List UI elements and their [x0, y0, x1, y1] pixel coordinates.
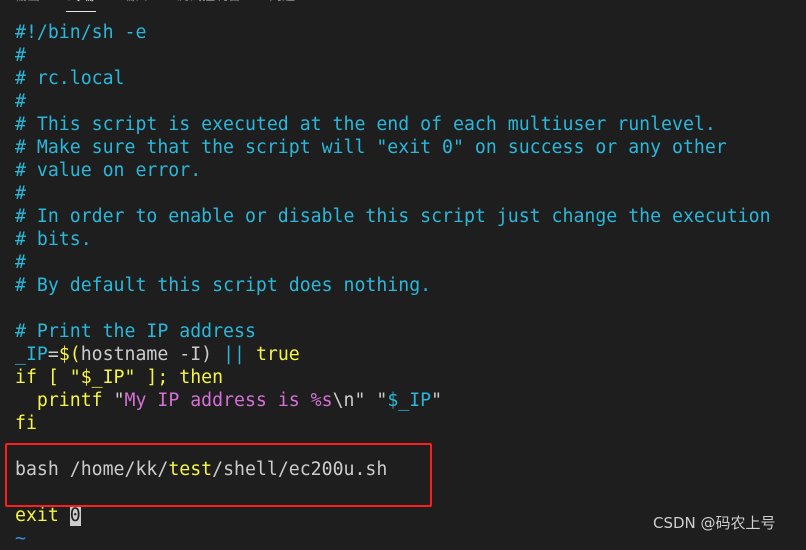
code-line: # In order to enable or disable this scr…: [15, 205, 771, 228]
highlight-box: [5, 443, 432, 507]
code-token: # This script is executed at the end of …: [15, 114, 716, 135]
code-token: \n: [332, 390, 355, 411]
code-token: # Make sure that the script will "exit 0…: [15, 137, 727, 158]
code-token: # Print the IP address: [15, 321, 256, 342]
code-token: # rc.local: [15, 68, 125, 89]
code-token: ]; then: [135, 367, 224, 388]
tab-3[interactable]: 调试控制台: [162, 0, 255, 12]
code-token: ~: [15, 528, 26, 549]
code-line: # Print the IP address: [15, 320, 771, 343]
code-token: ||: [223, 344, 256, 365]
code-line: if [ "$_IP" ]; then: [15, 366, 771, 389]
code-token: # value on error.: [15, 160, 202, 181]
code-line: # By default this script does nothing.: [15, 274, 771, 297]
code-token: #: [15, 45, 26, 66]
code-token: printf: [15, 390, 114, 411]
tab-2[interactable]: 端口: [108, 0, 162, 12]
code-token: #!/bin/sh -e: [15, 22, 147, 43]
code-token: $_IP: [387, 390, 432, 411]
code-line: # This script is executed at the end of …: [15, 113, 771, 136]
code-token: fi: [15, 413, 37, 434]
code-token: $(: [58, 344, 81, 365]
panel-tabs: 输出终端端口调试控制台问题: [0, 0, 309, 12]
code-token: ": [354, 390, 377, 411]
code-token: ": [431, 390, 443, 411]
code-token: "$_IP": [69, 367, 136, 388]
code-line: #: [15, 90, 771, 113]
code-token: _IP: [15, 344, 48, 365]
code-token: =: [47, 344, 59, 365]
code-token: ": [376, 390, 388, 411]
code-line: printf "My IP address is %s\n" "$_IP": [15, 389, 771, 412]
code-token: #: [15, 183, 26, 204]
code-token: ): [201, 344, 224, 365]
code-token: # By default this script does nothing.: [15, 275, 432, 296]
watermark: CSDN @码农上号: [653, 514, 776, 532]
code-line: _IP=$(hostname -I) || true: [15, 343, 771, 366]
code-line: # Make sure that the script will "exit 0…: [15, 136, 771, 159]
code-token: #: [15, 91, 26, 112]
code-token: ": [113, 390, 125, 411]
code-token: exit: [15, 505, 70, 526]
tab-0[interactable]: 输出: [0, 0, 54, 12]
code-token: My IP address is %s: [124, 390, 333, 411]
code-token: #: [15, 252, 26, 273]
code-line: fi: [15, 412, 771, 435]
code-token: hostname -I: [80, 344, 202, 365]
code-line: #: [15, 182, 771, 205]
code-token: if [: [15, 367, 70, 388]
tab-4[interactable]: 问题: [255, 0, 309, 12]
cursor: 0: [69, 505, 81, 526]
code-token: true: [255, 344, 300, 365]
tab-1[interactable]: 终端: [54, 0, 108, 12]
code-line: # value on error.: [15, 159, 771, 182]
code-line: #!/bin/sh -e: [15, 21, 771, 44]
code-token: # bits.: [15, 229, 92, 250]
code-line: #: [15, 251, 771, 274]
code-line: #: [15, 44, 771, 67]
code-line: # bits.: [15, 228, 771, 251]
code-token: # In order to enable or disable this scr…: [15, 206, 771, 227]
code-line: # rc.local: [15, 67, 771, 90]
